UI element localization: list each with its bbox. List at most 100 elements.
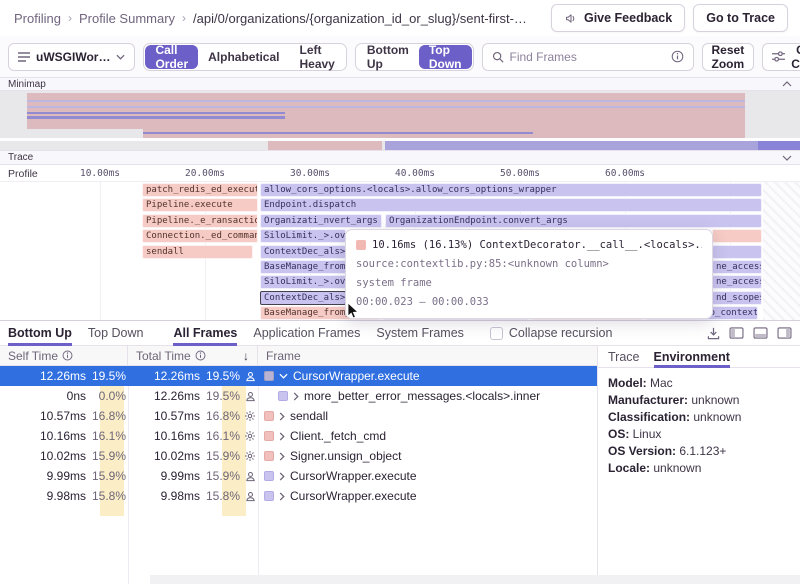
chevron-right-icon[interactable] [279,452,285,461]
details-panel: Trace Environment Model: MacManufacturer:… [598,346,800,584]
breadcrumb-profile-summary[interactable]: Profile Summary [79,11,175,26]
frame-name: CursorWrapper.execute [293,369,420,383]
flame-frame[interactable]: ContextDec_als>.i [260,245,346,259]
self-time-header[interactable]: Self Time [0,346,128,365]
flame-frame[interactable]: ne_access [712,275,762,289]
table-row[interactable]: 10.02ms15.9%10.02ms15.9%Signer.unsign_ob… [0,446,597,466]
flame-frame[interactable]: OrganizationEndpoint.convert_args [385,214,762,228]
frame-name: more_better_error_messages.<locals>.inne… [304,389,540,403]
go-to-trace-button[interactable]: Go to Trace [693,4,788,32]
horizontal-scrollbar[interactable] [150,575,800,584]
trace-title: Trace [8,152,33,163]
flame-frame[interactable]: BaseManage_from_c [260,260,346,274]
minimap-block [27,100,745,102]
flame-frame[interactable]: Pipeline._e_ransaction [142,214,258,228]
flame-frame[interactable]: ContextDec_als>.i [260,291,346,305]
flame-frame[interactable]: Endpoint.dispatch [260,198,762,212]
reset-zoom-label: Reset Zoom [712,43,745,71]
layout-dock-bottom-icon[interactable] [753,327,768,339]
chevron-right-icon[interactable] [279,492,285,501]
collapse-recursion-checkbox[interactable] [490,327,503,340]
direction-bottom-up-button[interactable]: Bottom Up [357,45,419,69]
field-label: OS Version: [608,444,676,458]
color-coding-button[interactable]: Color Coding [762,43,800,71]
flame-frame[interactable]: Connection._ed_command [142,229,258,243]
table-row[interactable]: 0ns0.0%12.26ms19.5%more_better_error_mes… [0,386,597,406]
tab-system-frames[interactable]: System Frames [376,321,464,346]
table-row[interactable]: 10.16ms16.1%10.16ms16.1%Client._fetch_cm… [0,426,597,446]
bottom-main: Self Time Total Time ↓ Frame [0,346,800,584]
frame-cell: Client._fetch_cmd [258,426,597,446]
breadcrumb-transaction[interactable]: /api/0/organizations/{organization_id_or… [193,11,527,26]
chevron-right-icon[interactable] [293,392,299,401]
minimap-canvas[interactable] [0,91,800,150]
total-time-value: 12.26ms [128,369,206,383]
total-time-percent: 16.1% [206,429,242,443]
collapse-recursion-control[interactable]: Collapse recursion [490,326,613,340]
sort-left-heavy-button[interactable]: Left Heavy [289,45,344,69]
details-tab-trace[interactable]: Trace [608,346,640,368]
frame-cell: CursorWrapper.execute [258,366,597,386]
minimap-section-header[interactable]: Minimap [0,77,800,91]
chevron-right-icon[interactable] [279,412,285,421]
sort-direction-icon[interactable]: ↓ [243,349,249,363]
sort-alphabetical-button[interactable]: Alphabetical [198,45,289,69]
total-time-cell: 9.99ms15.9% [128,466,258,486]
give-feedback-button[interactable]: Give Feedback [551,4,685,32]
flame-frame[interactable]: sendall [142,245,253,259]
environment-field: OS Version: 6.1.123+ [608,443,790,460]
table-row[interactable]: 12.26ms19.5%12.26ms19.5%CursorWrapper.ex… [0,366,597,386]
chevron-right-icon[interactable] [279,432,285,441]
field-label: Locale: [608,461,650,475]
flamegraph-out-of-range-hatch [763,182,800,320]
frame-cell: more_better_error_messages.<locals>.inne… [258,386,597,406]
layout-dock-right-icon[interactable] [777,327,792,339]
total-time-value: 10.02ms [128,449,206,463]
thread-selector[interactable]: uWSGIWor… [8,43,135,71]
details-tabs: Trace Environment [598,346,800,368]
tab-application-frames[interactable]: Application Frames [253,321,360,346]
environment-field: Model: Mac [608,375,790,392]
table-row[interactable]: 10.57ms16.8%10.57ms16.8%sendall [0,406,597,426]
info-icon [671,50,684,63]
frame-header[interactable]: Frame [258,346,597,365]
details-tab-environment[interactable]: Environment [654,346,730,368]
sort-call-order-button[interactable]: Call Order [145,45,198,69]
flame-frame[interactable] [712,245,762,259]
trace-section-header[interactable]: Trace [0,150,800,165]
download-icon[interactable] [707,327,720,340]
flame-frame[interactable]: allow_cors_options.<locals>.allow_cors_o… [260,183,762,197]
flame-frame[interactable]: ne_access [712,260,762,274]
flame-frame[interactable]: Pipeline.execute [142,198,258,212]
total-time-value: 12.26ms [128,389,206,403]
table-row[interactable]: 9.98ms15.8%9.98ms15.8%CursorWrapper.exec… [0,486,597,506]
chevron-up-icon[interactable] [782,81,792,87]
chevron-down-icon[interactable] [782,155,792,161]
tab-all-frames[interactable]: All Frames [173,321,237,346]
chevron-right-icon[interactable] [279,472,285,481]
reset-zoom-button[interactable]: Reset Zoom [702,43,755,71]
frame-cell: CursorWrapper.execute [258,466,597,486]
flame-frame[interactable]: Organizati_nvert_args [260,214,382,228]
chevron-down-icon[interactable] [279,373,288,379]
field-label: Manufacturer: [608,393,688,407]
flame-frame[interactable]: SiloLimit._>.over [260,275,346,289]
minimap-block [27,93,745,129]
total-time-header[interactable]: Total Time ↓ [128,346,258,365]
breadcrumb-profiling[interactable]: Profiling [14,11,61,26]
flame-frame[interactable]: SiloLimit._>.over [260,229,346,243]
frame-name: Client._fetch_cmd [290,429,386,443]
flame-frame[interactable]: nd_scopes [712,291,762,305]
table-row[interactable]: 9.99ms15.9%9.99ms15.9%CursorWrapper.exec… [0,466,597,486]
total-time-percent: 15.8% [206,489,242,503]
search-input[interactable] [510,50,665,64]
total-time-value: 9.98ms [128,489,206,503]
flame-frame[interactable] [712,229,762,243]
direction-top-down-button[interactable]: Top Down [419,45,472,69]
tooltip-frame-kind: system frame [356,277,702,289]
tab-top-down[interactable]: Top Down [88,321,144,346]
flame-frame[interactable]: patch_redis_ed_execute [142,183,258,197]
tab-bottom-up[interactable]: Bottom Up [8,321,72,346]
flamegraph-toolbar: uWSGIWor… Call Order Alphabetical Left H… [0,36,800,77]
layout-dock-left-icon[interactable] [729,327,744,339]
